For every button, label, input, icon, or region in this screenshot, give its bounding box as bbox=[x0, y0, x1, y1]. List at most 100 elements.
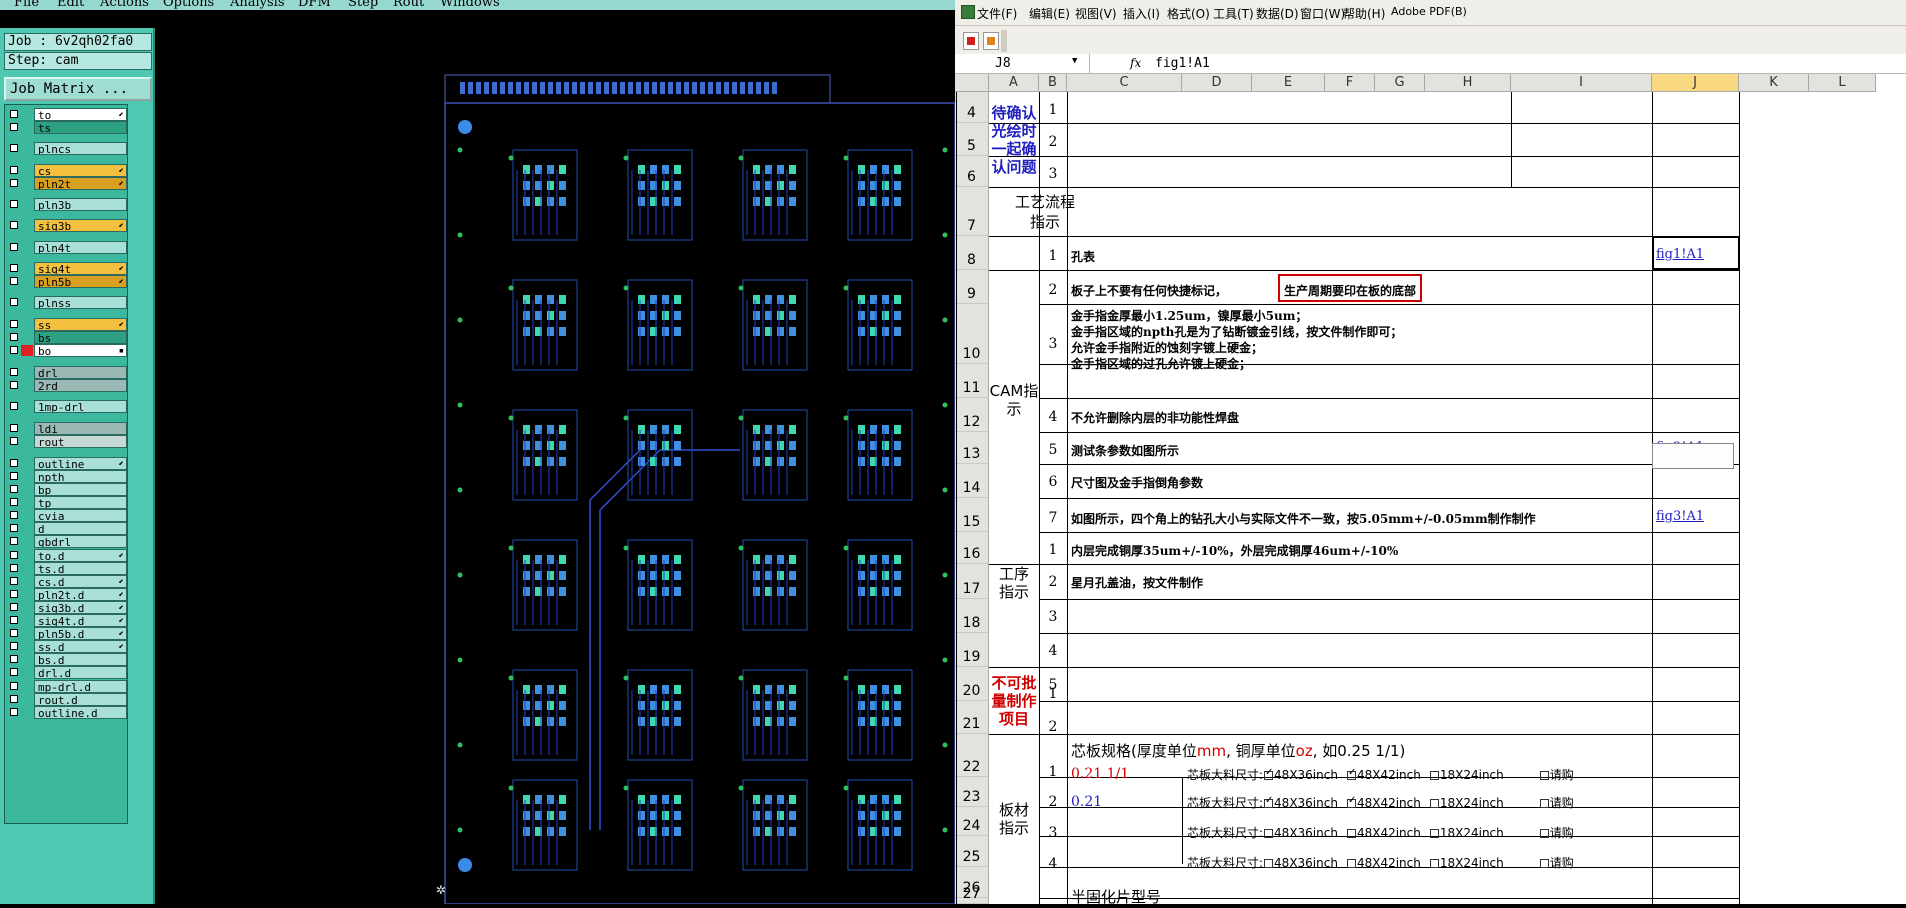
row-header-11[interactable]: 11 bbox=[955, 364, 989, 398]
purchase-checkbox[interactable] bbox=[1539, 829, 1549, 838]
layer-name[interactable]: gbdrl bbox=[34, 535, 127, 548]
layer-row[interactable]: cs.d ⬋ bbox=[7, 575, 127, 588]
layer-row[interactable]: outline ⬋ bbox=[7, 457, 127, 470]
layer-checkbox[interactable] bbox=[10, 642, 18, 650]
layer-row[interactable]: ss ⬋ bbox=[7, 318, 127, 331]
row-header-8[interactable]: 8 bbox=[955, 236, 989, 270]
layer-checkbox[interactable] bbox=[10, 179, 18, 187]
layer-name[interactable]: bs bbox=[34, 331, 127, 344]
layer-row[interactable]: pln3b bbox=[7, 198, 127, 211]
size-checkbox[interactable] bbox=[1264, 859, 1274, 868]
layer-checkbox[interactable] bbox=[10, 590, 18, 598]
layer-name[interactable]: 2rd bbox=[34, 379, 127, 392]
layer-name[interactable]: sig3b.d ⬋ bbox=[34, 601, 127, 614]
layer-name[interactable]: rout bbox=[34, 435, 127, 448]
layer-checkbox[interactable] bbox=[10, 424, 18, 432]
layer-row[interactable]: npth bbox=[7, 470, 127, 483]
layer-row[interactable]: pln5b ⬋ bbox=[7, 275, 127, 288]
job-matrix-button[interactable]: Job Matrix ... bbox=[4, 77, 152, 101]
row-header-27[interactable]: 27 bbox=[955, 886, 989, 904]
layer-row[interactable]: pln2t ⬋ bbox=[7, 177, 127, 190]
layer-row[interactable]: mp-drl.d bbox=[7, 680, 127, 693]
size-checkbox[interactable] bbox=[1429, 799, 1439, 808]
layer-row[interactable]: pln5b.d ⬋ bbox=[7, 627, 127, 640]
column-header-B[interactable]: B bbox=[1039, 74, 1067, 92]
pdf-convert-icon[interactable] bbox=[963, 32, 979, 50]
layer-checkbox[interactable] bbox=[10, 498, 18, 506]
layer-checkbox[interactable] bbox=[10, 437, 18, 445]
layer-name[interactable]: ldi bbox=[34, 422, 127, 435]
excel-menu-item[interactable]: 编辑(E) bbox=[1029, 5, 1070, 22]
layer-name[interactable]: npth bbox=[34, 470, 127, 483]
layer-name[interactable]: cvia bbox=[34, 509, 127, 522]
layer-checkbox[interactable] bbox=[10, 320, 18, 328]
cam-menu-rout[interactable]: Rout bbox=[393, 0, 424, 10]
link-fig1[interactable]: fig1!A1 bbox=[1656, 247, 1704, 262]
layer-row[interactable]: bp bbox=[7, 483, 127, 496]
layer-checkbox[interactable] bbox=[10, 402, 18, 410]
layer-name[interactable]: ts.d bbox=[34, 562, 127, 575]
purchase-checkbox[interactable] bbox=[1539, 799, 1549, 808]
column-header-L[interactable]: L bbox=[1809, 74, 1876, 92]
layer-row[interactable]: outline.d bbox=[7, 706, 127, 719]
layer-checkbox[interactable] bbox=[10, 472, 18, 480]
layer-checkbox[interactable] bbox=[10, 368, 18, 376]
excel-menu-item[interactable]: 工具(T) bbox=[1213, 5, 1254, 22]
layer-name[interactable]: ss ⬋ bbox=[34, 318, 127, 331]
layer-checkbox[interactable] bbox=[10, 166, 18, 174]
layer-row[interactable]: gbdrl bbox=[7, 535, 127, 548]
size-checkbox[interactable] bbox=[1429, 771, 1439, 780]
name-box[interactable]: J8 bbox=[955, 54, 1090, 74]
layer-row[interactable]: to ⬋ bbox=[7, 108, 127, 121]
layer-row[interactable]: cvia bbox=[7, 509, 127, 522]
row-header-17[interactable]: 17 bbox=[955, 564, 989, 599]
excel-menu-item[interactable]: 格式(O) bbox=[1167, 5, 1210, 22]
excel-menu-item[interactable]: 文件(F) bbox=[977, 5, 1017, 22]
size-checkbox[interactable] bbox=[1264, 795, 1273, 808]
cam-menu-analysis[interactable]: Analysis bbox=[230, 0, 285, 10]
column-header-G[interactable]: G bbox=[1375, 74, 1425, 92]
row-header-5[interactable]: 5 bbox=[955, 123, 989, 156]
layer-checkbox[interactable] bbox=[10, 524, 18, 532]
layer-row[interactable]: rout.d bbox=[7, 693, 127, 706]
row-header-20[interactable]: 20 bbox=[955, 667, 989, 701]
layer-checkbox[interactable] bbox=[10, 695, 18, 703]
layer-name[interactable]: pln2t ⬋ bbox=[34, 177, 127, 190]
column-header-I[interactable]: I bbox=[1511, 74, 1652, 92]
layer-name[interactable]: mp-drl.d bbox=[34, 680, 127, 693]
cam-menu-edit[interactable]: Edit bbox=[57, 0, 84, 10]
column-header-C[interactable]: C bbox=[1067, 74, 1182, 92]
row-header-19[interactable]: 19 bbox=[955, 633, 989, 667]
layer-checkbox[interactable] bbox=[10, 221, 18, 229]
row-header-22[interactable]: 22 bbox=[955, 734, 989, 777]
excel-menu-item[interactable]: 视图(V) bbox=[1075, 5, 1117, 22]
layer-row[interactable]: plncs bbox=[7, 142, 127, 155]
cam-menu-dfm[interactable]: DFM bbox=[298, 0, 331, 10]
layer-checkbox[interactable] bbox=[10, 485, 18, 493]
size-checkbox[interactable] bbox=[1429, 829, 1439, 838]
embedded-dimension-image[interactable] bbox=[1652, 443, 1734, 469]
layer-name[interactable]: pln5b ⬋ bbox=[34, 275, 127, 288]
row-header-12[interactable]: 12 bbox=[955, 398, 989, 432]
row-header-6[interactable]: 6 bbox=[955, 156, 989, 187]
layer-checkbox[interactable] bbox=[10, 346, 18, 354]
cam-menu-windows[interactable]: Windows bbox=[440, 0, 500, 10]
column-header-E[interactable]: E bbox=[1252, 74, 1325, 92]
layer-checkbox[interactable] bbox=[10, 264, 18, 272]
cam-menu-options[interactable]: Options bbox=[163, 0, 214, 10]
layer-name[interactable]: outline ⬋ bbox=[34, 457, 127, 470]
link-fig3[interactable]: fig3!A1 bbox=[1656, 509, 1704, 524]
cam-menu-actions[interactable]: Actions bbox=[100, 0, 149, 10]
layer-row[interactable]: sig3b.d ⬋ bbox=[7, 601, 127, 614]
layer-checkbox[interactable] bbox=[10, 564, 18, 572]
layer-checkbox[interactable] bbox=[10, 200, 18, 208]
row-header-18[interactable]: 18 bbox=[955, 599, 989, 633]
size-checkbox[interactable] bbox=[1346, 859, 1356, 868]
layer-checkbox[interactable] bbox=[10, 551, 18, 559]
layer-checkbox[interactable] bbox=[10, 655, 18, 663]
layer-checkbox[interactable] bbox=[10, 682, 18, 690]
layer-checkbox[interactable] bbox=[10, 110, 18, 118]
layer-row[interactable]: drl bbox=[7, 366, 127, 379]
excel-menu-item[interactable]: 数据(D) bbox=[1256, 5, 1299, 22]
layer-row[interactable]: tp bbox=[7, 496, 127, 509]
